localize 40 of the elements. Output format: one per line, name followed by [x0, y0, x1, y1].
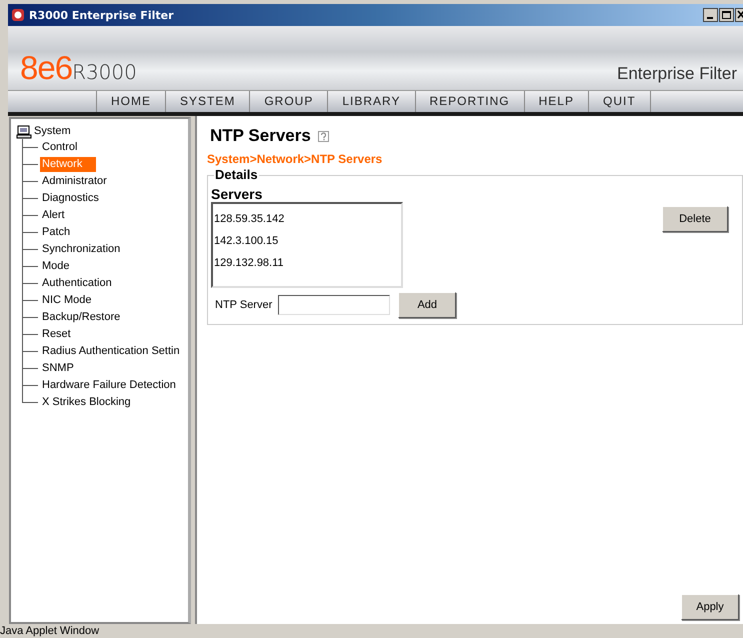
- maximize-icon[interactable]: [719, 8, 734, 22]
- tree-item[interactable]: Diagnostics: [40, 191, 101, 206]
- tree-item[interactable]: NIC Mode: [40, 293, 94, 308]
- tree-item[interactable]: System: [32, 124, 73, 139]
- tree-item[interactable]: Mode: [40, 259, 72, 274]
- page-title: NTP Servers: [210, 126, 311, 146]
- logo-brand: 8e6: [20, 51, 72, 84]
- minimize-icon[interactable]: [703, 8, 718, 22]
- add-button[interactable]: Add: [398, 292, 456, 318]
- tree-item[interactable]: Backup/Restore: [40, 310, 122, 325]
- field-label: NTP Server: [215, 299, 272, 311]
- breadcrumb: System>Network>NTP Servers: [207, 152, 384, 166]
- list-item[interactable]: 129.132.98.11: [213, 252, 401, 274]
- computer-icon: [16, 125, 32, 139]
- app-icon: [11, 8, 25, 22]
- delete-button[interactable]: Delete: [662, 206, 728, 232]
- tree-item[interactable]: Synchronization: [40, 242, 122, 257]
- group-title: Details: [214, 167, 259, 182]
- tree-item[interactable]: Control: [40, 140, 80, 155]
- ntp-server-field[interactable]: [278, 295, 390, 315]
- tagline: Enterprise Filter: [617, 64, 737, 84]
- window-title: R3000 Enterprise Filter: [29, 8, 175, 22]
- tree-item[interactable]: Reset: [40, 327, 73, 342]
- apply-button[interactable]: Apply: [681, 594, 739, 620]
- list-item[interactable]: 142.3.100.15: [213, 230, 401, 252]
- logo-product: R3000: [72, 62, 137, 82]
- list-item[interactable]: 128.59.35.142: [213, 208, 401, 230]
- tree-item[interactable]: Authentication: [40, 276, 114, 291]
- status-text: Java Applet Window: [0, 625, 100, 637]
- tree-item[interactable]: Patch: [40, 225, 72, 240]
- list-label: Servers: [211, 186, 264, 202]
- tree-item[interactable]: Alert: [40, 208, 67, 223]
- help-icon[interactable]: [318, 130, 329, 142]
- tree-item[interactable]: Hardware Failure Detection: [40, 378, 178, 393]
- tree-item[interactable]: SNMP: [40, 361, 76, 376]
- tree-item[interactable]: X Strikes Blocking: [40, 395, 133, 410]
- tree-item[interactable]: Administrator: [40, 174, 109, 189]
- server-list[interactable]: 128.59.35.142 142.3.100.15 129.132.98.11: [211, 202, 403, 288]
- tree-item[interactable]: Radius Authentication Settin: [40, 344, 182, 359]
- close-icon[interactable]: [735, 8, 743, 22]
